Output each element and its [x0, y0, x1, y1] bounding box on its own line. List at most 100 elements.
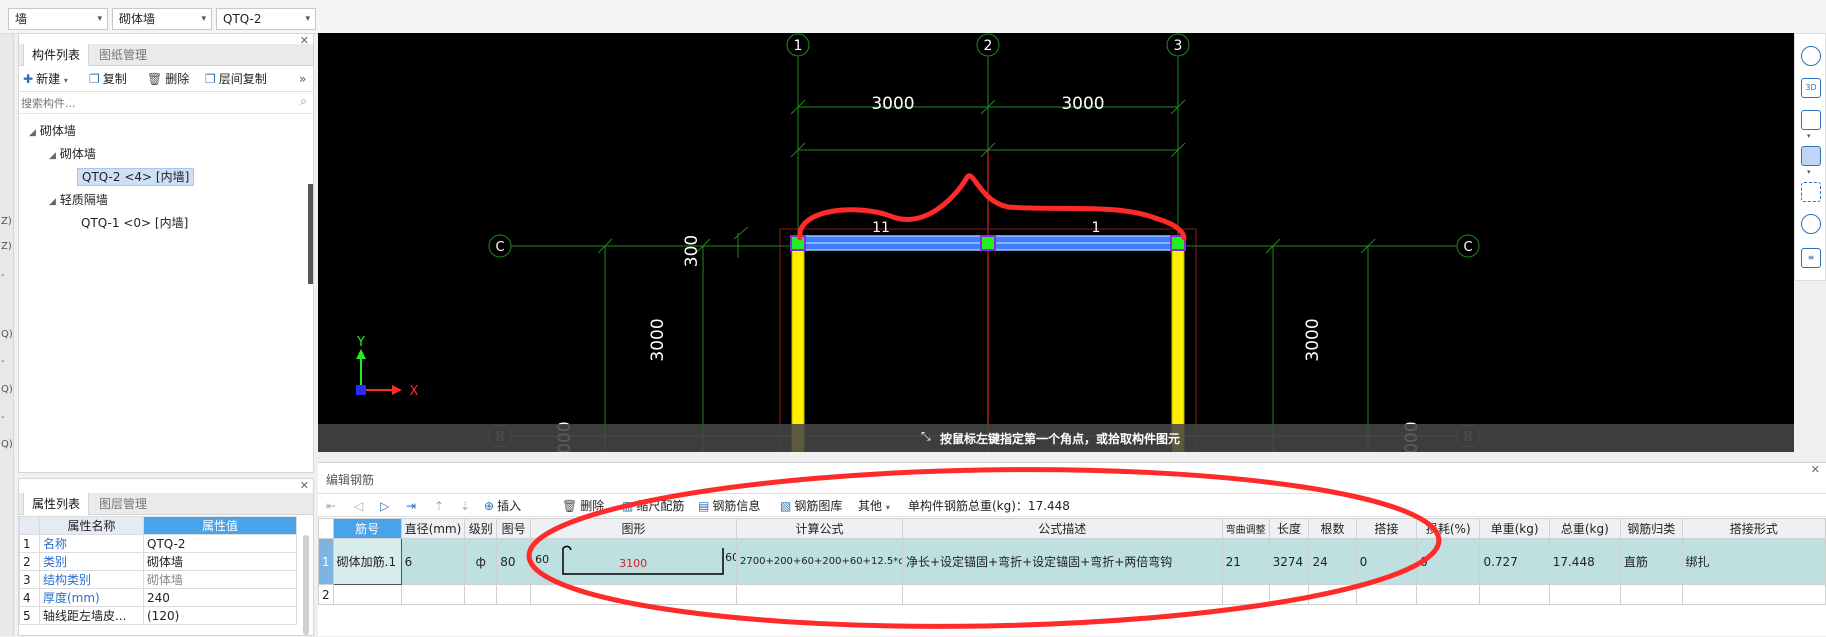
drawing-canvas[interactable]: 1 2 3 C C B B 3000 3000 300 3000 3000 60…	[318, 33, 1794, 452]
solid-cube-icon[interactable]	[1801, 146, 1821, 166]
cell-lap[interactable]	[1355, 584, 1418, 605]
cell-length[interactable]	[1268, 584, 1310, 605]
settings-list-icon[interactable]: ≡	[1801, 248, 1821, 268]
cell-unit-weight[interactable]: 0.727	[1479, 538, 1550, 585]
orbit-icon[interactable]	[1801, 46, 1821, 66]
cell-count[interactable]	[1308, 584, 1357, 605]
cell-grade[interactable]: ф	[464, 538, 498, 585]
property-row[interactable]: 1 名称 QTQ-2	[19, 534, 297, 553]
close-icon[interactable]: ✕	[300, 479, 309, 492]
chevron-down-icon[interactable]: ▾	[1807, 168, 1811, 176]
scale-rebar-button[interactable]: ▥ 缩尺配筋	[622, 497, 684, 515]
floor-copy-button[interactable]: ❐ 层间复制	[205, 70, 267, 88]
rebar-delete-button[interactable]: 🗑 删除	[562, 497, 604, 515]
element-subtype-dropdown[interactable]: 砌体墙 ▾	[112, 8, 212, 30]
panel-splitter[interactable]	[308, 184, 313, 284]
insert-button[interactable]: ⊕ 插入	[484, 497, 521, 515]
cell-diameter[interactable]: 6	[400, 538, 466, 585]
strip-label[interactable]: -	[1, 412, 5, 423]
first-record-icon[interactable]: ⇤	[326, 497, 336, 515]
strip-label[interactable]: -	[1, 270, 5, 281]
cell-unit-weight[interactable]	[1479, 584, 1550, 605]
cell-grade[interactable]	[464, 584, 498, 605]
tree-item-qtq1[interactable]: QTQ-1 <0> [内墙]	[81, 214, 188, 232]
property-value[interactable]: 砌体墙	[143, 570, 297, 589]
property-row[interactable]: 3 结构类别 砌体墙	[19, 570, 297, 589]
cell-lap[interactable]: 0	[1355, 538, 1418, 585]
tree-root[interactable]: ◢ 砌体墙	[29, 122, 76, 142]
tree-group-light-partition[interactable]: ◢ 轻质隔墙	[49, 191, 108, 211]
tab-layer-management[interactable]: 图层管理	[91, 493, 155, 515]
strip-label[interactable]: Q)	[1, 329, 13, 340]
strip-label[interactable]: Z)	[1, 241, 12, 252]
tab-drawing-management[interactable]: 图纸管理	[91, 44, 155, 66]
cell-bend-adjust[interactable]: 21	[1221, 538, 1270, 585]
layer-toggle-icon[interactable]	[1801, 214, 1821, 234]
tree-item-qtq2[interactable]: QTQ-2 <4> [内墙]	[77, 168, 195, 186]
strip-label[interactable]: Q)	[1, 384, 13, 395]
more-icon[interactable]: »	[299, 70, 306, 88]
cell-bar-name[interactable]: 砌体加筋.1	[332, 538, 402, 585]
tab-component-list[interactable]: 构件列表	[23, 44, 90, 66]
cell-figure-no[interactable]	[496, 584, 532, 605]
rebar-info-label: 钢筋信息	[712, 499, 761, 513]
component-dropdown[interactable]: QTQ-2 ▾	[216, 8, 316, 30]
cell-total-weight[interactable]: 17.448	[1548, 538, 1621, 585]
property-value[interactable]: (120)	[143, 606, 297, 625]
property-scrollbar[interactable]	[303, 535, 309, 635]
tree-group-masonry[interactable]: ◢ 砌体墙	[49, 145, 96, 165]
delete-button[interactable]: 🗑 删除	[147, 70, 189, 88]
element-type-dropdown[interactable]: 墙 ▾	[8, 8, 108, 30]
table-row[interactable]: 2	[318, 584, 1826, 605]
cell-lap-type[interactable]	[1681, 584, 1826, 605]
rebar-info-button[interactable]: ▤ 钢筋信息	[698, 497, 760, 515]
cell-length[interactable]: 3274	[1268, 538, 1310, 585]
cell-shape[interactable]: 60 3100 60	[530, 538, 737, 585]
cell-bar-name[interactable]	[332, 584, 402, 605]
cell-bend-adjust[interactable]	[1221, 584, 1270, 605]
grip-node[interactable]	[980, 235, 996, 251]
move-down-icon[interactable]: ⇣	[460, 497, 470, 515]
property-row[interactable]: 2 类别 砌体墙	[19, 552, 297, 571]
cell-diameter[interactable]	[400, 584, 466, 605]
other-dropdown[interactable]: 其他 ▾	[858, 497, 890, 517]
tab-property-list[interactable]: 属性列表	[23, 493, 90, 515]
new-icon: ✚	[23, 72, 34, 86]
component-search-input[interactable]	[21, 94, 291, 112]
strip-label[interactable]: Z)	[1, 216, 12, 227]
property-value[interactable]: QTQ-2	[143, 534, 297, 553]
cell-description[interactable]: 净长+设定锚固+弯折+设定锚固+弯折+两倍弯钩	[902, 538, 1223, 585]
prev-record-icon[interactable]: ◁	[354, 497, 363, 515]
cell-formula[interactable]: 2700+200+60+200+60+12.5*d	[736, 538, 903, 585]
cell-shape[interactable]	[530, 584, 737, 605]
table-row[interactable]: 1 砌体加筋.1 6 ф 80 60 3100 60 2700+200+60+2…	[318, 538, 1826, 585]
last-record-icon[interactable]: ⇥	[406, 497, 416, 515]
strip-label[interactable]: Q)	[1, 439, 13, 450]
cell-description[interactable]	[902, 584, 1223, 605]
property-value[interactable]: 砌体墙	[143, 552, 297, 571]
cell-category[interactable]	[1619, 584, 1683, 605]
property-row[interactable]: 4 厚度(mm) 240	[19, 588, 297, 607]
cell-category[interactable]: 直筋	[1619, 538, 1683, 585]
strip-label[interactable]: -	[1, 356, 5, 367]
cell-count[interactable]: 24	[1308, 538, 1357, 585]
move-up-icon[interactable]: ⇡	[434, 497, 444, 515]
next-record-icon[interactable]: ▷	[380, 497, 389, 515]
cell-figure-no[interactable]: 80	[496, 538, 532, 585]
cell-loss[interactable]	[1416, 584, 1481, 605]
cell-total-weight[interactable]	[1548, 584, 1621, 605]
close-icon[interactable]: ✕	[1811, 463, 1820, 476]
property-value[interactable]: 240	[143, 588, 297, 607]
3d-view-icon[interactable]: 3D	[1801, 78, 1821, 98]
cell-formula[interactable]	[736, 584, 903, 605]
cell-lap-type[interactable]: 绑扎	[1681, 538, 1826, 585]
rebar-library-button[interactable]: ▧ 钢筋图库	[780, 497, 842, 515]
cube-view-icon[interactable]	[1801, 110, 1821, 130]
copy-button[interactable]: ❐ 复制	[89, 70, 127, 88]
property-row[interactable]: 5 轴线距左墙皮... (120)	[19, 606, 297, 625]
fit-screen-icon[interactable]	[1801, 182, 1821, 202]
search-icon[interactable]: ⌕	[300, 94, 307, 109]
new-button[interactable]: ✚ 新建 ▾	[23, 70, 68, 90]
cell-loss[interactable]: 0	[1416, 538, 1481, 585]
chevron-down-icon[interactable]: ▾	[1807, 132, 1811, 140]
